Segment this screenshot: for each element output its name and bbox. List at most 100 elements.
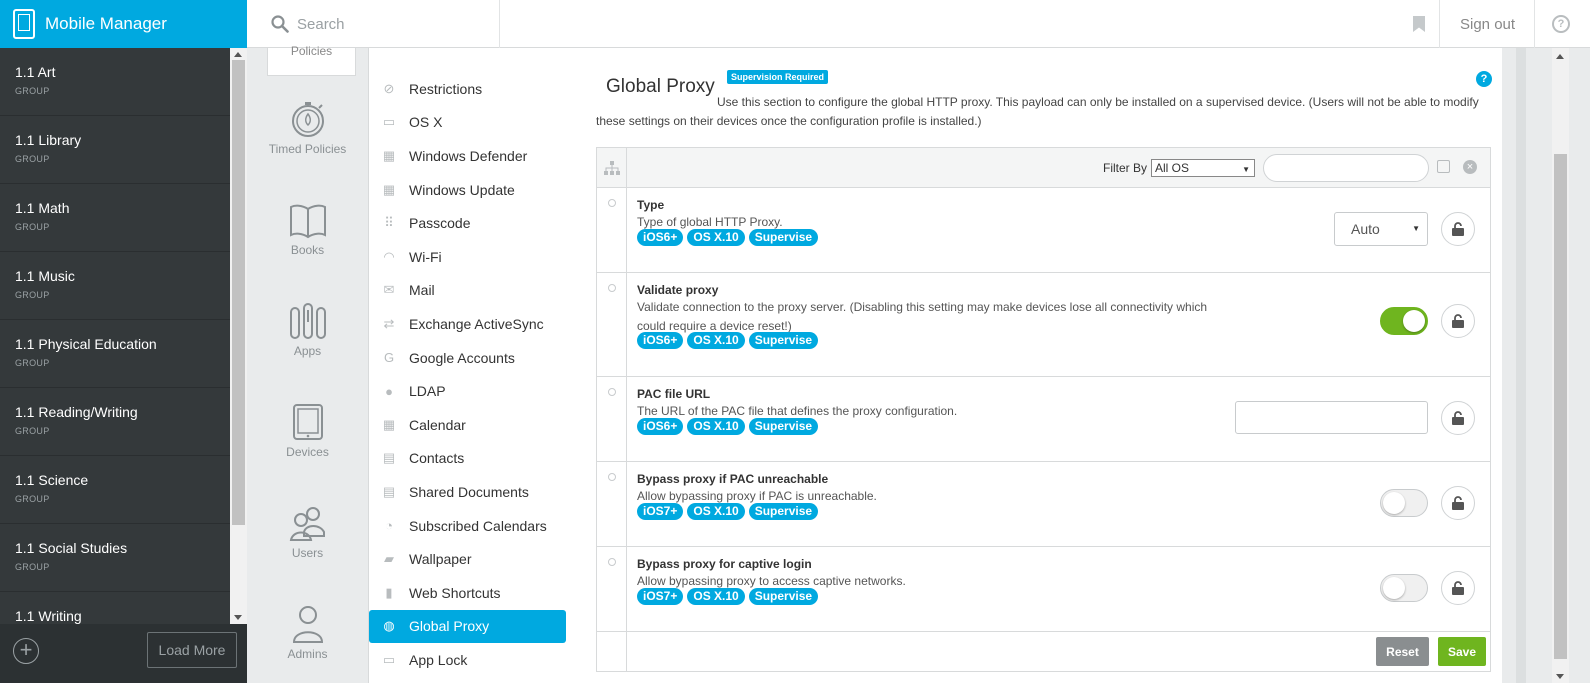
payload-item-os-x[interactable]: ▭ OS X (369, 106, 568, 140)
load-more-button[interactable]: Load More (147, 632, 237, 668)
pac-url-input[interactable] (1235, 401, 1428, 434)
rail-item-users[interactable]: Users (267, 504, 348, 560)
hierarchy-icon[interactable] (597, 148, 627, 188)
payload-item-label: Restrictions (409, 80, 483, 97)
bypass-proxy-if-pac-unreachable-toggle[interactable] (1380, 489, 1428, 517)
row-select-radio[interactable] (608, 473, 616, 481)
payload-item-calendar[interactable]: ▦ Calendar (369, 408, 568, 442)
rail-item-books[interactable]: Books (267, 201, 348, 257)
rail-item-label: Apps (293, 344, 322, 358)
proxy-type-select[interactable]: Auto (1334, 212, 1428, 246)
compatibility-tags: iOS6+ OS X.10 Supervise (637, 332, 819, 349)
os-tag: Supervise (748, 503, 819, 520)
clear-filter-icon[interactable]: × (1463, 160, 1477, 174)
scroll-up-arrow-icon[interactable] (1556, 54, 1564, 59)
add-group-button[interactable]: + (13, 638, 39, 664)
payload-item-passcode[interactable]: ⠿ Passcode (369, 206, 568, 240)
setting-row-validate-proxy: Validate proxy Validate connection to the… (597, 273, 1490, 377)
group-type-label: GROUP (15, 222, 50, 232)
setting-description: Validate connection to the proxy server.… (637, 300, 1208, 333)
group-name: 1.1 Science (15, 472, 89, 488)
payload-item-contacts[interactable]: ▤ Contacts (369, 442, 568, 476)
rail-item-timed-policies[interactable]: Timed Policies (267, 100, 348, 156)
payload-item-windows-defender[interactable]: ▦ Windows Defender (369, 139, 568, 173)
filter-search-input[interactable] (1263, 154, 1429, 182)
os-tag: OS X.10 (687, 229, 745, 246)
scroll-thumb[interactable] (1554, 154, 1567, 659)
group-type-label: GROUP (15, 358, 50, 368)
group-list-item[interactable]: 1.1 Math GROUP (0, 184, 230, 252)
payload-item-wi-fi[interactable]: ◠ Wi-Fi (369, 240, 568, 274)
lock-icon[interactable] (1441, 212, 1475, 246)
row-select-radio[interactable] (608, 558, 616, 566)
expand-icon[interactable] (1437, 160, 1450, 173)
group-name: 1.1 Reading/Writing (15, 404, 138, 420)
page-scrollbar[interactable] (1552, 48, 1569, 683)
toggle-knob (1403, 310, 1425, 332)
validate-proxy-toggle[interactable] (1380, 307, 1428, 335)
payload-item-subscribed-calendars[interactable]: ◔ Subscribed Calendars (369, 509, 568, 543)
group-list-item[interactable]: 1.1 Social Studies GROUP (0, 524, 230, 592)
rail-item-policies[interactable]: Policies (267, 44, 356, 76)
os-tag: Supervise (748, 588, 819, 605)
scroll-thumb[interactable] (232, 60, 245, 525)
os-filter-select[interactable]: All OS (1151, 159, 1255, 178)
lock-icon[interactable] (1441, 401, 1475, 435)
group-list-item[interactable]: 1.1 WritingGROUP (0, 592, 230, 624)
row-select-radio[interactable] (608, 284, 616, 292)
lock-icon[interactable] (1441, 571, 1475, 605)
payload-item-restrictions[interactable]: ⊘ Restrictions (369, 72, 568, 106)
scroll-down-arrow-icon[interactable] (1556, 674, 1564, 679)
rail-item-label: Timed Policies (268, 142, 347, 156)
payload-item-mail[interactable]: ✉ Mail (369, 274, 568, 308)
payload-item-label: Passcode (409, 215, 471, 232)
payload-item-web-shortcuts[interactable]: ▮ Web Shortcuts (369, 576, 568, 610)
search-input[interactable] (297, 15, 477, 33)
lock-icon[interactable] (1441, 486, 1475, 520)
groups-scrollbar[interactable] (230, 48, 247, 624)
os-tag: iOS6+ (637, 332, 684, 349)
sign-out-link[interactable]: Sign out (1460, 16, 1515, 33)
group-list-item[interactable]: 1.1 Library GROUP (0, 116, 230, 184)
group-list-item[interactable]: 1.1 Reading/Writing GROUP (0, 388, 230, 456)
row-select-radio[interactable] (608, 388, 616, 396)
payload-item-ldap[interactable]: ● LDAP (369, 374, 568, 408)
payload-item-wallpaper[interactable]: ▰ Wallpaper (369, 542, 568, 576)
search-box[interactable] (247, 0, 500, 48)
reset-button[interactable]: Reset (1376, 637, 1429, 666)
setting-title: Validate proxy (637, 283, 719, 297)
group-name: 1.1 Physical Education (15, 336, 157, 352)
payload-item-exchange-activesync[interactable]: ⇄ Exchange ActiveSync (369, 307, 568, 341)
rail-item-admins[interactable]: Admins (267, 605, 348, 661)
rail-item-label: Users (291, 546, 324, 560)
group-list-item[interactable]: 1.1 Physical Education GROUP (0, 320, 230, 388)
os-tag: Supervise (748, 332, 819, 349)
group-list-item[interactable]: 1.1 Science GROUP (0, 456, 230, 524)
group-type-label: GROUP (15, 426, 50, 436)
shared-documents-icon: ▤ (382, 483, 396, 499)
row-select-radio[interactable] (608, 199, 616, 207)
payload-item-google-accounts[interactable]: G Google Accounts (369, 341, 568, 375)
bypass-proxy-for-captive-login-toggle[interactable] (1380, 574, 1428, 602)
scroll-down-arrow-icon[interactable] (234, 615, 242, 620)
passcode-icon: ⠿ (384, 215, 394, 231)
payload-item-shared-documents[interactable]: ▤ Shared Documents (369, 475, 568, 509)
payload-item-label: Wallpaper (409, 551, 472, 568)
compatibility-tags: iOS7+ OS X.10 Supervise (637, 588, 819, 605)
payload-item-label: Subscribed Calendars (409, 517, 547, 534)
os-tag: OS X.10 (687, 588, 745, 605)
payload-item-global-proxy[interactable]: ◍ Global Proxy (369, 609, 566, 644)
lock-icon[interactable] (1441, 304, 1475, 338)
payload-item-windows-update[interactable]: ▦ Windows Update (369, 173, 568, 207)
bookmark-icon[interactable] (1413, 16, 1425, 32)
help-icon[interactable]: ? (1552, 15, 1570, 33)
help-icon[interactable]: ? (1476, 71, 1492, 87)
rail-item-devices[interactable]: Devices (267, 403, 348, 459)
payload-item-app-lock[interactable]: ▭ App Lock (369, 643, 568, 677)
group-list-item[interactable]: 1.1 Art GROUP (0, 48, 230, 116)
rail-item-apps[interactable]: Apps (267, 302, 348, 358)
app-brand[interactable]: Mobile Manager (0, 0, 247, 48)
scroll-up-arrow-icon[interactable] (234, 52, 242, 57)
save-button[interactable]: Save (1438, 637, 1486, 666)
group-list-item[interactable]: 1.1 Music GROUP (0, 252, 230, 320)
